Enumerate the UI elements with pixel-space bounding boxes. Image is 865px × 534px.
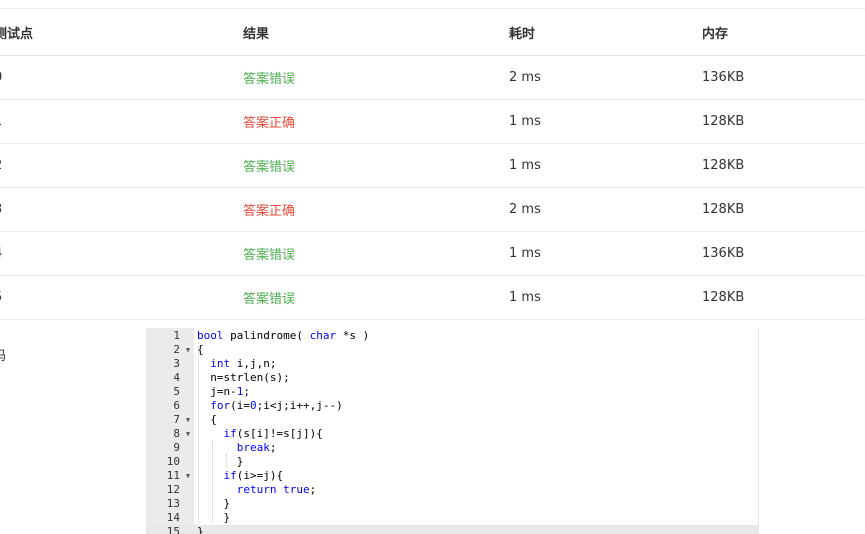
code-text: }: [197, 511, 231, 524]
result-status: 答案错误: [243, 248, 296, 263]
code-text: int i,j,n;: [210, 357, 277, 370]
triangle-down-icon[interactable]: ▼: [184, 343, 192, 357]
table-row: 4 答案错误 1 ms 136KB: [0, 232, 865, 276]
line-number: 9: [173, 441, 180, 454]
line-number: 1: [173, 329, 180, 342]
code-text: break;: [236, 441, 277, 454]
code-line: 5 j=n-1;: [146, 385, 758, 399]
code-text: }: [197, 525, 204, 534]
result-status: 答案正确: [243, 116, 296, 131]
table-row: 5 答案错误 1 ms 128KB: [0, 276, 865, 320]
test-point-id: 1: [0, 100, 2, 143]
code-editor[interactable]: 1 bool palindrome( char *s ) 2 ▼ {3 int i,j,…: [146, 328, 759, 534]
memory-value: 136KB: [702, 70, 745, 85]
test-point-id: 5: [0, 276, 2, 319]
memory-value: 128KB: [702, 158, 745, 173]
code-text: bool palindrome( char *s ): [197, 329, 370, 342]
code-text: j=n-1;: [197, 385, 250, 398]
code-text: }: [197, 455, 244, 468]
code-line: 14 }: [146, 511, 758, 525]
code-line: 9 break;: [146, 441, 758, 455]
result-status: 答案错误: [243, 292, 296, 307]
indent-guide: [212, 440, 213, 524]
header-memory: 内存: [702, 26, 729, 42]
line-number: 2: [173, 343, 180, 356]
code-line: 2 ▼{: [146, 343, 758, 357]
code-section-label: 码: [0, 345, 6, 364]
memory-value: 128KB: [702, 290, 745, 305]
line-number: 8: [173, 427, 180, 440]
code-line: 1 bool palindrome( char *s ): [146, 329, 758, 343]
test-point-id: 3: [0, 188, 2, 231]
header-time: 耗时: [509, 26, 536, 42]
code-text: if(s[i]!=s[j]){: [223, 427, 323, 440]
code-line: 6 for(i=0;i<j;i++,j--): [146, 399, 758, 413]
code-text: if(i>=j){: [223, 469, 284, 482]
code-line: 15}: [146, 525, 758, 534]
header-result: 结果: [243, 26, 270, 42]
table-row: 2 答案错误 1 ms 128KB: [0, 144, 865, 188]
code-line: 4 n=strlen(s);: [146, 371, 758, 385]
line-number: 5: [173, 385, 180, 398]
time-value: 1 ms: [509, 290, 541, 305]
code-line: 7 ▼ {: [146, 413, 758, 427]
code-text: }: [197, 497, 231, 510]
line-number: 11: [166, 469, 180, 482]
time-value: 2 ms: [509, 202, 541, 217]
code-text: {: [197, 413, 217, 426]
result-status: 答案错误: [243, 160, 296, 175]
table-body: 0 答案错误 2 ms 136KB 1 答案正确 1 ms 128KB 2 答案错误 1 ms 128…: [0, 56, 865, 320]
memory-value: 136KB: [702, 246, 745, 261]
code-text: n=strlen(s);: [197, 371, 290, 384]
line-number: 15: [166, 525, 180, 534]
table-row: 3 答案正确 2 ms 128KB: [0, 188, 865, 232]
memory-value: 128KB: [702, 114, 745, 129]
time-value: 1 ms: [509, 246, 541, 261]
line-number: 10: [166, 455, 180, 468]
code-text: return true;: [236, 483, 317, 496]
indent-guide: [198, 342, 199, 524]
line-number: 4: [173, 371, 180, 384]
line-number: 7: [173, 413, 180, 426]
line-number: 14: [166, 511, 180, 524]
code-line: 8 ▼ if(s[i]!=s[j]){: [146, 427, 758, 441]
code-line: 13 }: [146, 497, 758, 511]
time-value: 1 ms: [509, 158, 541, 173]
code-line: 10 }: [146, 455, 758, 469]
line-number: 6: [173, 399, 180, 412]
test-point-id: 4: [0, 232, 2, 275]
indent-guide: [226, 454, 227, 468]
result-status: 答案错误: [243, 72, 296, 87]
code-line: 12 return true;: [146, 483, 758, 497]
test-point-id: 0: [0, 56, 2, 99]
code-text: for(i=0;i<j;i++,j--): [210, 399, 343, 412]
line-number: 13: [166, 497, 180, 510]
triangle-down-icon[interactable]: ▼: [184, 413, 192, 427]
triangle-down-icon[interactable]: ▼: [184, 427, 192, 441]
line-number: 12: [166, 483, 180, 496]
table-header-row: 测试点 结果 耗时 内存: [0, 9, 865, 56]
test-point-id: 2: [0, 144, 2, 187]
line-number: 3: [173, 357, 180, 370]
time-value: 2 ms: [509, 70, 541, 85]
code-line: 11 ▼ if(i>=j){: [146, 469, 758, 483]
result-status: 答案正确: [243, 204, 296, 219]
memory-value: 128KB: [702, 202, 745, 217]
code-line: 3 int i,j,n;: [146, 357, 758, 371]
time-value: 1 ms: [509, 114, 541, 129]
test-results-table: 测试点 结果 耗时 内存 0 答案错误 2 ms 136KB 1 答案正确 1 ms 128K…: [0, 8, 865, 320]
table-row: 1 答案正确 1 ms 128KB: [0, 100, 865, 144]
header-test-point: 测试点: [0, 26, 34, 42]
table-row: 0 答案错误 2 ms 136KB: [0, 56, 865, 100]
triangle-down-icon[interactable]: ▼: [184, 469, 192, 483]
